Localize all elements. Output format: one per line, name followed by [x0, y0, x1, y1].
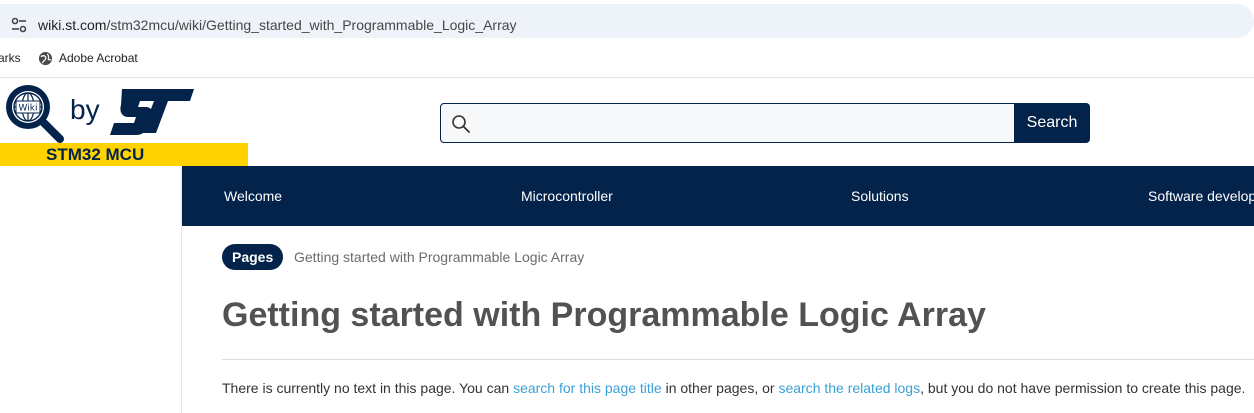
- url-path: /stm32mcu/wiki/Getting_started_with_Prog…: [106, 17, 517, 33]
- breadcrumb: Getting started with Programmable Logic …: [294, 249, 585, 265]
- message-text-3: , but you do not have permission to crea…: [920, 380, 1246, 396]
- logo-by-text: by: [70, 94, 100, 125]
- search-related-logs-link[interactable]: search the related logs: [778, 380, 920, 396]
- nav-item-software-development[interactable]: Software develop: [1148, 188, 1254, 204]
- bookmark-item-partial[interactable]: arks: [0, 51, 21, 65]
- page-title: Getting started with Programmable Logic …: [222, 296, 986, 334]
- site-settings-icon[interactable]: [10, 16, 28, 34]
- logo-word: Wiki: [19, 104, 38, 114]
- st-logo-icon: [110, 89, 194, 135]
- url-domain: wiki.st.com: [38, 17, 107, 33]
- bookmark-adobe-acrobat[interactable]: Adobe Acrobat: [59, 51, 138, 65]
- logo-band-text: STM32 MCU: [46, 145, 145, 164]
- search-page-title-link[interactable]: search for this page title: [513, 380, 662, 396]
- main-nav: Welcome Microcontroller Solutions Softwa…: [182, 166, 1254, 226]
- url-field[interactable]: wiki.st.com/stm32mcu/wiki/Getting_starte…: [0, 4, 1254, 38]
- nav-item-microcontroller[interactable]: Microcontroller: [521, 188, 613, 204]
- bookmarks-bar: arks Adobe Acrobat: [0, 42, 1254, 78]
- globe-icon: [38, 51, 53, 66]
- message-text-2: in other pages, or: [661, 380, 779, 396]
- site-logo[interactable]: Wiki by STM32 MCU: [0, 79, 248, 166]
- search-input[interactable]: [440, 103, 1016, 143]
- namespace-badge[interactable]: Pages: [222, 244, 284, 270]
- search-button[interactable]: Search: [1014, 103, 1090, 143]
- left-sidebar: [0, 166, 182, 413]
- message-text-1: There is currently no text in this page.…: [222, 380, 514, 396]
- browser-address-bar: wiki.st.com/stm32mcu/wiki/Getting_starte…: [0, 0, 1254, 42]
- title-divider: [222, 359, 1254, 360]
- wiki-magnifier-logo-icon: Wiki: [6, 85, 64, 143]
- url-text[interactable]: wiki.st.com/stm32mcu/wiki/Getting_starte…: [38, 17, 517, 33]
- nav-item-solutions[interactable]: Solutions: [851, 188, 909, 204]
- no-text-message: There is currently no text in this page.…: [222, 380, 1245, 396]
- search-icon: [452, 115, 470, 133]
- stm32-mcu-band: STM32 MCU: [0, 143, 248, 166]
- nav-item-welcome[interactable]: Welcome: [224, 188, 282, 204]
